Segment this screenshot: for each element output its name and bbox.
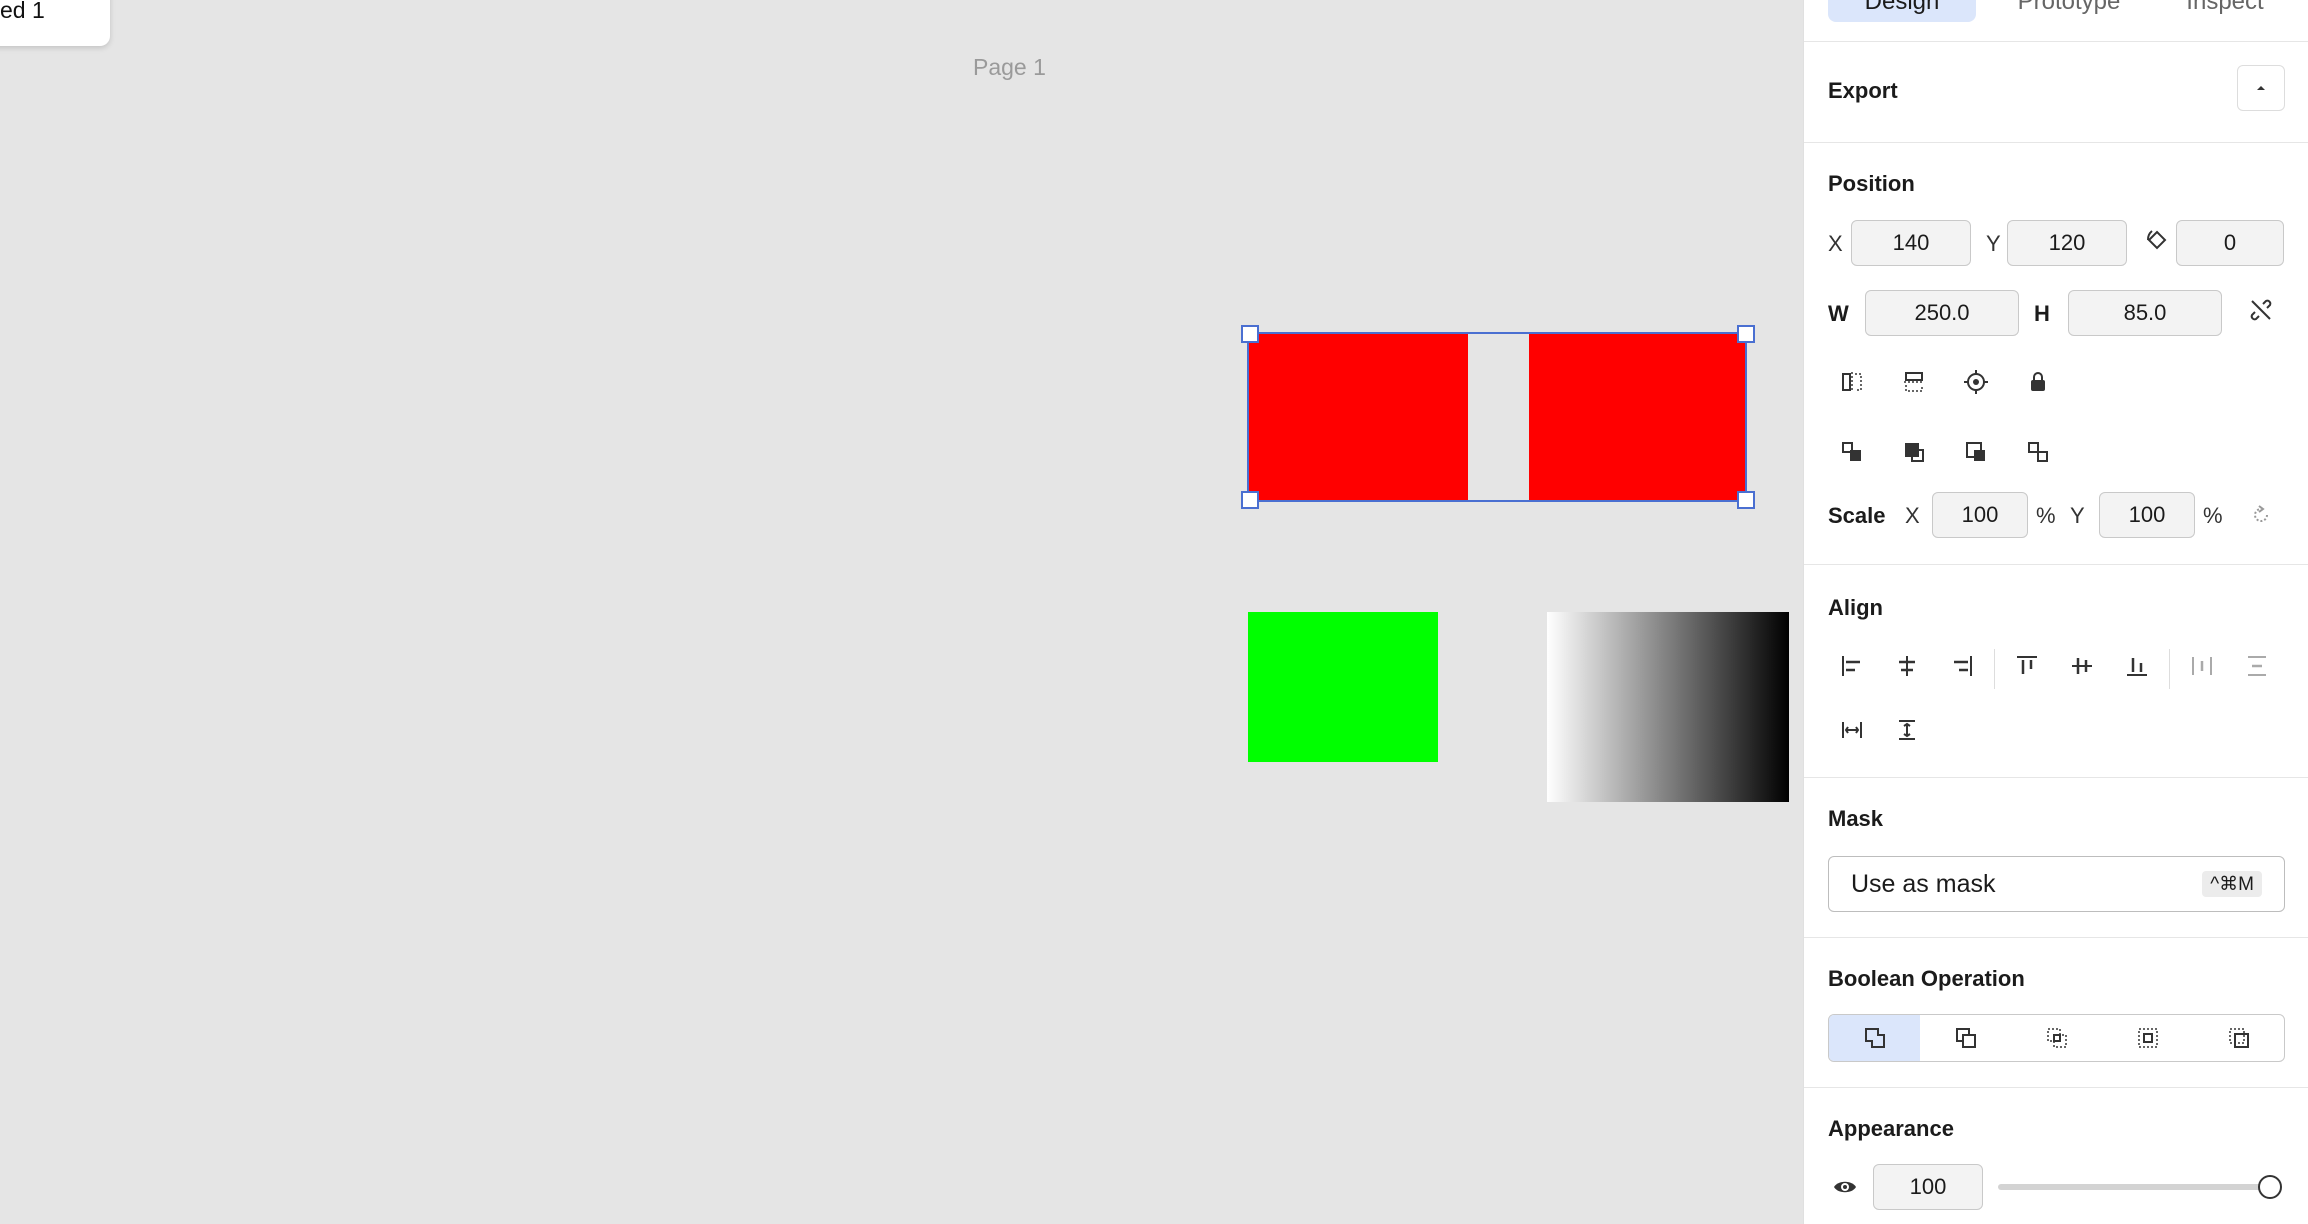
- exclude-icon: [2137, 1028, 2158, 1048]
- tab-inspect[interactable]: Inspect: [2160, 0, 2290, 22]
- align-title: Align: [1828, 595, 1883, 620]
- height-field[interactable]: 85.0: [2068, 290, 2222, 336]
- gradient-rectangle[interactable]: [1547, 612, 1789, 802]
- flip-horizontal-icon[interactable]: [1835, 365, 1869, 399]
- boolean-intersect-button[interactable]: [2011, 1015, 2102, 1061]
- stretch-horizontal-icon[interactable]: [1835, 713, 1869, 747]
- scale-x-label: X: [1905, 503, 1920, 528]
- intersect-icon: [2046, 1028, 2067, 1048]
- scale-y-field[interactable]: 100: [2099, 492, 2195, 538]
- resize-handle-bottom-right[interactable]: [1737, 491, 1755, 509]
- align-divider: [1994, 649, 1995, 689]
- use-as-mask-label: Use as mask: [1851, 869, 1996, 898]
- flip-vertical-icon[interactable]: [1897, 365, 1931, 399]
- scale-x-field[interactable]: 100: [1932, 492, 2028, 538]
- appearance-section: Appearance 100: [1804, 1088, 2308, 1224]
- align-divider: [2169, 649, 2170, 689]
- tab-design[interactable]: Design: [1828, 0, 1976, 22]
- x-label: X: [1828, 231, 1843, 256]
- boolean-operation-title: Boolean Operation: [1828, 966, 2025, 991]
- selection-box[interactable]: [1247, 332, 1747, 502]
- flatten-icon: [2228, 1028, 2249, 1048]
- align-bottom-icon[interactable]: [2120, 649, 2154, 683]
- scale-label: Scale: [1828, 503, 1886, 528]
- bring-to-front-icon[interactable]: [1897, 435, 1931, 469]
- opacity-slider-thumb[interactable]: [2258, 1175, 2282, 1199]
- align-horizontal-center-icon[interactable]: [1890, 649, 1924, 683]
- unlink-proportions-icon[interactable]: [2244, 293, 2278, 327]
- width-field[interactable]: 250.0: [1865, 290, 2019, 336]
- scale-y-percent: %: [2203, 503, 2223, 528]
- y-field[interactable]: 120: [2007, 220, 2127, 266]
- target-icon[interactable]: [1959, 365, 1993, 399]
- opacity-field[interactable]: 100: [1873, 1164, 1983, 1210]
- position-section: Position X 140 Y 120 0 W 250.0 H 85.0 Sc…: [1804, 143, 2308, 565]
- resize-handle-bottom-left[interactable]: [1241, 491, 1259, 509]
- properties-panel: Design Prototype Inspect Export Position…: [1803, 0, 2308, 1224]
- distribute-vertical-icon[interactable]: [2240, 649, 2274, 683]
- page-name-popup: ed 1: [0, 0, 110, 46]
- align-left-icon[interactable]: [1835, 649, 1869, 683]
- align-vertical-center-icon[interactable]: [2065, 649, 2099, 683]
- send-to-back-icon[interactable]: [2021, 435, 2055, 469]
- export-expand-button[interactable]: [2237, 65, 2285, 111]
- eye-icon[interactable]: [1828, 1170, 1862, 1204]
- lock-icon[interactable]: [2021, 365, 2055, 399]
- green-rectangle[interactable]: [1248, 612, 1438, 762]
- appearance-title: Appearance: [1828, 1116, 1954, 1141]
- send-backward-icon[interactable]: [1959, 435, 1993, 469]
- design-canvas[interactable]: ed 1 Page 1: [0, 0, 1803, 1224]
- position-title: Position: [1828, 171, 1915, 196]
- h-label: H: [2034, 301, 2050, 326]
- w-label: W: [1828, 301, 1849, 326]
- resize-handle-top-right[interactable]: [1737, 325, 1755, 343]
- boolean-union-button[interactable]: [1829, 1015, 1920, 1061]
- bring-forward-icon[interactable]: [1835, 435, 1869, 469]
- rotation-icon: [2140, 223, 2174, 257]
- mask-title: Mask: [1828, 806, 1884, 831]
- distribute-horizontal-icon[interactable]: [2185, 649, 2219, 683]
- boolean-subtract-button[interactable]: [1920, 1015, 2011, 1061]
- scale-y-label: Y: [2070, 503, 2085, 528]
- export-section: Export: [1804, 42, 2308, 143]
- y-label: Y: [1986, 231, 2001, 256]
- mask-shortcut-badge: ^⌘M: [2202, 871, 2262, 897]
- rotation-field[interactable]: 0: [2176, 220, 2284, 266]
- boolean-exclude-button[interactable]: [2102, 1015, 2193, 1061]
- use-as-mask-button[interactable]: Use as mask ^⌘M: [1828, 856, 2285, 912]
- page-name-text: ed 1: [0, 0, 45, 23]
- align-right-icon[interactable]: [1945, 649, 1979, 683]
- align-section: Align: [1804, 565, 2308, 778]
- x-field[interactable]: 140: [1851, 220, 1971, 266]
- subtract-icon: [1955, 1028, 1976, 1048]
- boolean-operation-group: [1828, 1014, 2285, 1062]
- union-icon: [1864, 1028, 1885, 1048]
- tab-prototype[interactable]: Prototype: [1994, 0, 2144, 22]
- boolean-flatten-button[interactable]: [2193, 1015, 2284, 1061]
- panel-tabs: Design Prototype Inspect: [1804, 0, 2308, 42]
- boolean-operation-section: Boolean Operation: [1804, 938, 2308, 1088]
- opacity-slider-track[interactable]: [1998, 1184, 2270, 1190]
- resize-handle-top-left[interactable]: [1241, 325, 1259, 343]
- export-title: Export: [1828, 78, 1898, 103]
- mask-section: Mask Use as mask ^⌘M: [1804, 778, 2308, 938]
- scale-x-percent: %: [2036, 503, 2056, 528]
- caret-up-icon: [2257, 86, 2265, 90]
- page-label: Page 1: [973, 54, 1046, 80]
- stretch-vertical-icon[interactable]: [1890, 713, 1924, 747]
- align-top-icon[interactable]: [2010, 649, 2044, 683]
- reset-scale-icon[interactable]: [2244, 498, 2278, 532]
